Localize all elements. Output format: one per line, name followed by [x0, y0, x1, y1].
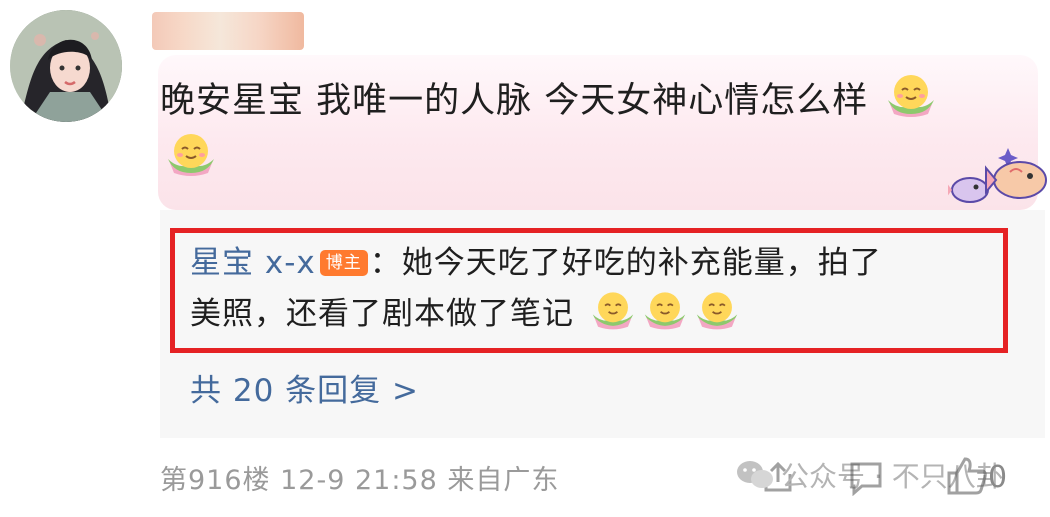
fish-sticker-icon — [948, 148, 1047, 203]
smiling-face-flower-emoji — [696, 292, 738, 330]
reply-text-line1: 她今天吃了好吃的补充能量，拍了 — [401, 245, 882, 281]
smiling-face-flower-emoji — [592, 292, 634, 330]
smiling-face-flower-emoji — [888, 75, 935, 117]
wechat-icon — [737, 461, 773, 488]
avatar[interactable] — [10, 10, 122, 122]
comment-meta: 第916楼 12-9 21:58 来自广东 — [160, 465, 560, 496]
author-badge: 博主 — [319, 250, 368, 276]
reply-item[interactable]: 星宝 x-x 博主 ：她今天吃了好吃的补充能量，拍了 美照，还看了剧本做了笔记 — [190, 238, 1000, 339]
username-blurred[interactable] — [152, 12, 304, 50]
comment-icon[interactable] — [848, 460, 884, 496]
reply-text-line2: 美照，还看了剧本做了笔记 — [190, 296, 574, 332]
thumbs-up-icon[interactable] — [945, 455, 989, 495]
reply-author[interactable]: 星宝 x-x — [190, 245, 316, 281]
smiling-face-flower-emoji — [168, 134, 214, 176]
smiling-face-flower-emoji — [644, 292, 686, 330]
comment-text: 晚安星宝 我唯一的人脉 今天女神心情怎么样 — [160, 81, 869, 121]
comment-text-block: 晚安星宝 我唯一的人脉 今天女神心情怎么样 — [160, 70, 1010, 188]
reply-separator: ： — [369, 245, 402, 281]
more-replies-link[interactable]: 共 20 条回复 > — [190, 365, 419, 410]
like-count: 0 — [988, 460, 1008, 495]
